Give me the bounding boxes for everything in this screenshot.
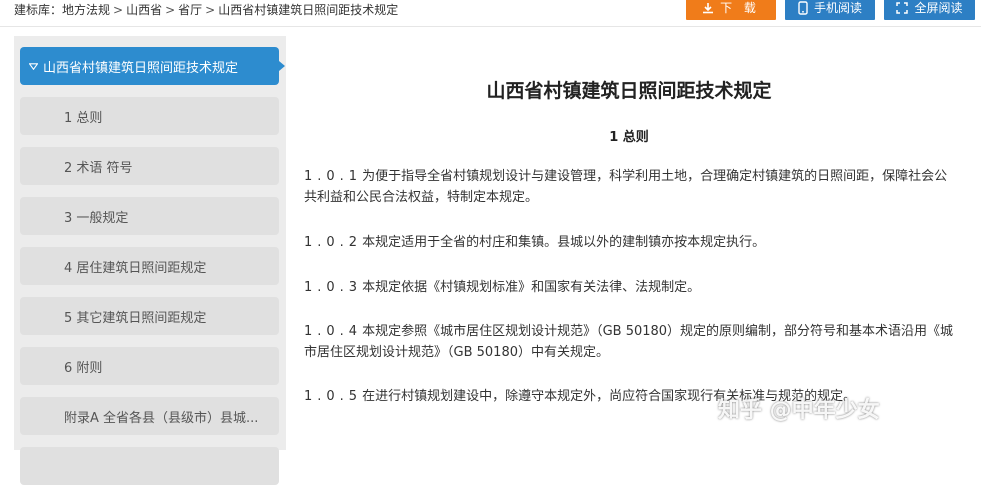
clause-number: 1.0.3 <box>304 280 363 295</box>
download-label: 下 载 <box>720 1 760 15</box>
caret-down-icon <box>29 62 38 70</box>
toc-item-label: 4 居住建筑日照间距规定 <box>64 260 207 276</box>
download-icon <box>702 2 714 14</box>
breadcrumb-item-province[interactable]: 山西省 <box>126 3 162 17</box>
clause-number: 1.0.4 <box>304 324 363 339</box>
section-heading: 1 总则 <box>609 130 649 145</box>
table-of-contents-sidebar: 山西省村镇建筑日照间距技术规定 1 总则 2 术语 符号 3 一般规定 4 居住… <box>14 36 286 485</box>
toc-item-label: 1 总则 <box>64 110 103 126</box>
clause-paragraph: 1.0.4本规定参照《城市居住区规划设计规范》（GB 50180）规定的原则编制… <box>304 321 954 363</box>
breadcrumb-separator: > <box>113 3 124 17</box>
toc-item-partial[interactable] <box>20 447 279 485</box>
download-button[interactable]: 下 载 <box>686 0 776 20</box>
toc-item[interactable]: 5 其它建筑日照间距规定 <box>20 297 279 335</box>
document-title: 山西省村镇建筑日照间距技术规定 <box>486 80 772 102</box>
clause-number: 1.0.1 <box>304 169 363 184</box>
toc-item[interactable]: 4 居住建筑日照间距规定 <box>20 247 279 285</box>
clause-paragraph: 1.0.1为便于指导全省村镇规划设计与建设管理，科学利用土地，合理确定村镇建筑的… <box>304 166 954 208</box>
toc-item[interactable]: 2 术语 符号 <box>20 147 279 185</box>
breadcrumb: 建标库：地方法规 > 山西省 > 省厅 > 山西省村镇建筑日照间距技术规定 <box>14 1 398 19</box>
toc-item[interactable]: 1 总则 <box>20 97 279 135</box>
toc-item-label: 3 一般规定 <box>64 210 129 226</box>
clause-text: 本规定适用于全省的村庄和集镇。县城以外的建制镇亦按本规定执行。 <box>362 235 766 250</box>
mobile-phone-icon <box>798 1 808 15</box>
fullscreen-read-button[interactable]: 全屏阅读 <box>884 0 975 20</box>
clause-number: 1.0.2 <box>304 235 363 250</box>
toc-item-label: 2 术语 符号 <box>64 160 133 176</box>
breadcrumb-item-department[interactable]: 省厅 <box>178 3 202 17</box>
breadcrumb-separator: > <box>165 3 176 17</box>
clause-paragraph: 1.0.2本规定适用于全省的村庄和集镇。县城以外的建制镇亦按本规定执行。 <box>304 232 954 253</box>
zhihu-watermark: 知乎 @中年少女 <box>718 398 880 423</box>
clause-number: 1.0.5 <box>304 389 363 404</box>
toc-item[interactable]: 3 一般规定 <box>20 197 279 235</box>
clause-text: 本规定依据《村镇规划标准》和国家有关法律、法规制定。 <box>362 280 701 295</box>
clause-text: 本规定参照《城市居住区规划设计规范》（GB 50180）规定的原则编制，部分符号… <box>304 324 954 360</box>
fullscreen-icon <box>896 2 909 14</box>
toc-item-label: 6 附则 <box>64 360 103 376</box>
clause-text: 为便于指导全省村镇规划设计与建设管理，科学利用土地，合理确定村镇建筑的日照间距，… <box>304 169 948 205</box>
active-pointer-arrow <box>279 61 285 71</box>
mobile-read-button[interactable]: 手机阅读 <box>785 0 875 20</box>
toc-item-label: 5 其它建筑日照间距规定 <box>64 310 207 326</box>
mobile-read-label: 手机阅读 <box>813 1 862 15</box>
clause-paragraph: 1.0.3本规定依据《村镇规划标准》和国家有关法律、法规制定。 <box>304 277 954 298</box>
breadcrumb-separator: > <box>205 3 216 17</box>
breadcrumb-item-current[interactable]: 山西省村镇建筑日照间距技术规定 <box>218 3 398 17</box>
top-bar: 建标库：地方法规 > 山西省 > 省厅 > 山西省村镇建筑日照间距技术规定 下 载 手机阅读… <box>0 0 981 27</box>
toc-item-active[interactable]: 山西省村镇建筑日照间距技术规定 <box>20 47 285 85</box>
toc-item-label: 附录A 全省各县（县级市）县城... <box>64 410 259 426</box>
toc-item[interactable]: 附录A 全省各县（县级市）县城... <box>20 397 279 435</box>
fullscreen-read-label: 全屏阅读 <box>914 1 963 15</box>
breadcrumb-item-root[interactable]: 建标库：地方法规 <box>14 3 110 17</box>
toc-item[interactable]: 6 附则 <box>20 347 279 385</box>
toc-item-active-label: 山西省村镇建筑日照间距技术规定 <box>43 60 239 76</box>
